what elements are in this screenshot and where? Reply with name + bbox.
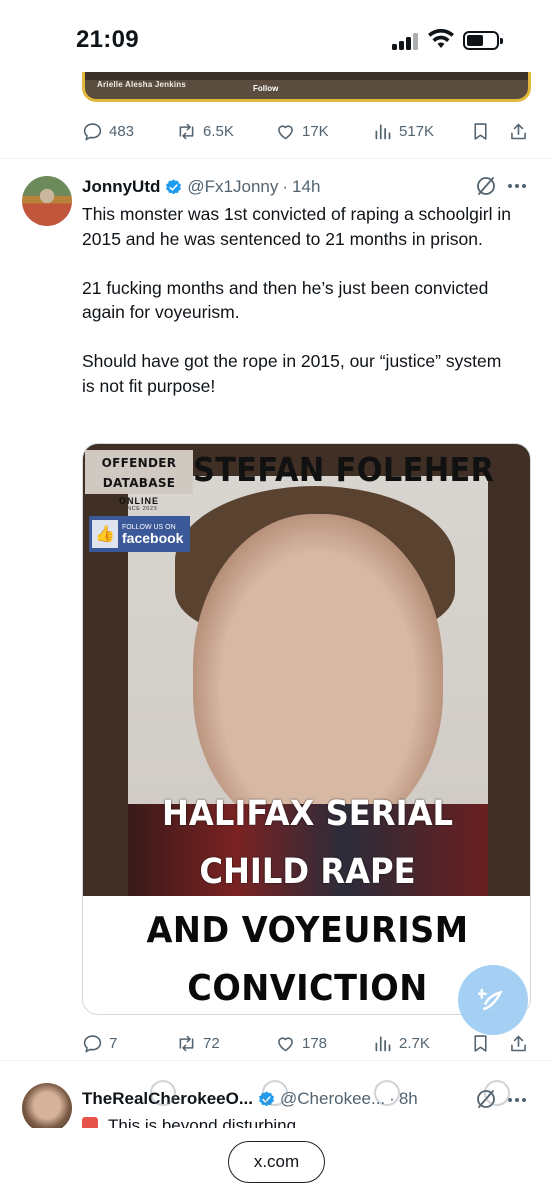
image-caption-line-2: CONVICTION <box>187 968 428 1009</box>
repost-button[interactable]: 72 <box>176 1030 220 1056</box>
like-button[interactable]: 17K <box>275 118 329 144</box>
share-button[interactable] <box>508 118 529 144</box>
divider <box>0 158 553 159</box>
views-count: 517K <box>399 122 435 140</box>
grok-icon[interactable] <box>474 174 498 198</box>
tweet-paragraph: 21 fucking months and then he’s just bee… <box>82 277 489 323</box>
repost-icon <box>179 123 194 139</box>
repost-count: 72 <box>203 1034 220 1052</box>
repost-count: 6.5K <box>203 122 234 140</box>
timestamp[interactable]: 14h <box>292 177 320 197</box>
image-caption-line-1: AND VOYEURISM <box>146 910 469 951</box>
tweet-header: JonnyUtd @Fx1Jonny · 14h <box>82 175 320 199</box>
wifi-icon <box>428 28 454 48</box>
media-overlay-name: Arielle Alesha Jenkins <box>97 80 187 89</box>
views-button[interactable]: 517K <box>372 118 434 144</box>
facebook-badge: 👍 FOLLOW US ON facebook <box>89 516 190 552</box>
image-overlay-line-2: CHILD RAPE <box>199 852 416 892</box>
reply-icon <box>83 1034 102 1053</box>
reply-count: 7 <box>109 1034 118 1052</box>
tweet-actions: 7 72 178 2.7K <box>82 1030 532 1056</box>
like-count: 178 <box>302 1034 328 1052</box>
badge-line-1: OFFENDER <box>101 456 177 470</box>
tweet-paragraph: This monster was 1st convicted of raping… <box>82 204 511 249</box>
like-count: 17K <box>302 122 329 140</box>
image-title: STEFAN FOLEHER <box>193 450 495 489</box>
repost-button[interactable]: 6.5K <box>176 118 234 144</box>
more-icon[interactable] <box>508 176 530 196</box>
views-count: 2.7K <box>399 1034 430 1052</box>
tweet-text: This monster was 1st convicted of raping… <box>82 202 512 398</box>
translucent-tab-bar <box>0 1066 553 1128</box>
url-bar[interactable]: x.com <box>228 1141 325 1183</box>
reply-button[interactable]: 7 <box>82 1030 117 1056</box>
bookmark-icon <box>474 1034 487 1052</box>
previous-tweet-actions: 483 6.5K 17K 517K <box>82 118 532 144</box>
avatar[interactable] <box>22 176 72 226</box>
user-handle[interactable]: @Fx1Jonny <box>187 177 278 197</box>
online-label: ONLINE <box>118 496 159 506</box>
views-icon <box>375 124 391 139</box>
cellular-signal-icon <box>392 32 420 50</box>
separator: · <box>282 177 289 196</box>
share-icon <box>511 1035 526 1051</box>
repost-icon <box>179 1035 194 1051</box>
since-label: SINCE 2023 <box>120 506 158 512</box>
share-button[interactable] <box>508 1030 529 1056</box>
mugshot-face <box>193 514 443 834</box>
reply-count: 483 <box>109 122 135 140</box>
tweet-paragraph: Should have got the rope in 2015, our “j… <box>82 351 502 396</box>
bookmark-icon <box>474 122 487 140</box>
like-button[interactable]: 178 <box>275 1030 327 1056</box>
media-overlay-follow: Follow <box>253 84 279 93</box>
tweet-media-image[interactable]: OFFENDER DATABASE ONLINE SINCE 2023 👍 FO… <box>82 443 531 1015</box>
display-name[interactable]: JonnyUtd <box>82 177 160 197</box>
status-bar: 21:09 <box>0 0 553 78</box>
thumbs-up-icon: 👍 <box>92 520 118 548</box>
image-overlay-line-1: HALIFAX SERIAL <box>161 794 454 834</box>
divider <box>0 1060 553 1061</box>
previous-tweet-media[interactable]: Arielle Alesha Jenkins Follow <box>82 72 531 102</box>
views-button[interactable]: 2.7K <box>372 1030 430 1056</box>
compose-icon <box>478 988 503 1010</box>
reply-icon <box>83 122 102 141</box>
online-badge: ONLINE SINCE 2023 <box>89 496 189 512</box>
like-icon <box>278 1036 293 1051</box>
compose-button[interactable] <box>458 965 528 1035</box>
verified-badge-icon <box>166 178 182 194</box>
fb-name: facebook <box>122 529 184 546</box>
offender-database-badge: OFFENDER DATABASE <box>85 450 193 494</box>
bookmark-button[interactable] <box>470 118 491 144</box>
share-icon <box>511 123 526 139</box>
reply-button[interactable]: 483 <box>82 118 134 144</box>
badge-line-2: DATABASE <box>102 476 176 490</box>
battery-icon <box>463 31 503 50</box>
like-icon <box>278 124 293 139</box>
status-time: 21:09 <box>76 26 139 53</box>
views-icon <box>375 1036 391 1051</box>
